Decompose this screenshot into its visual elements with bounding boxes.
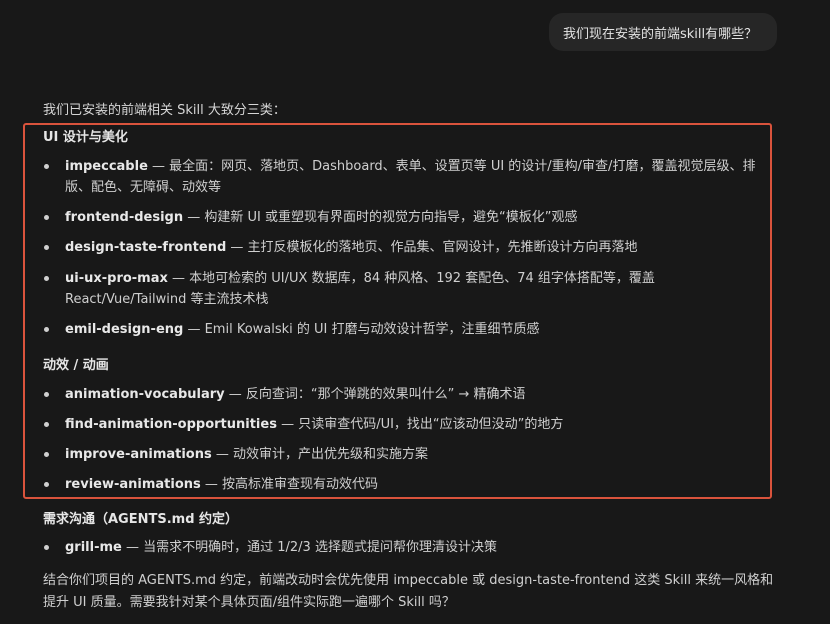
section-heading-animation: 动效 / 动画 [43,358,109,373]
bullet-icon [44,245,49,250]
list-item: ui-ux-pro-max — 本地可检索的 UI/UX 数据库，84 种风格、… [43,268,763,310]
skill-description: — 反向查词：“那个弹跳的效果叫什么” → 精确术语 [224,387,526,402]
skill-name: animation-vocabulary [65,387,225,402]
section-heading-ui-design: UI 设计与美化 [43,130,128,145]
list-item: emil-design-eng — Emil Kowalski 的 UI 打磨与… [43,319,763,340]
list-item: grill-me — 当需求不明确时，通过 1/2/3 选择题式提问帮你理清设计… [43,537,763,558]
skill-name: review-animations [65,477,201,492]
skill-name: frontend-design [65,210,184,225]
skill-name: ui-ux-pro-max [65,271,168,286]
skill-name: improve-animations [65,447,212,462]
assistant-message: 我们已安装的前端相关 Skill 大致分三类： UI 设计与美化 impecca… [0,0,830,624]
skill-name: emil-design-eng [65,322,184,337]
bullet-icon [44,545,49,550]
bullet-icon [44,164,49,169]
section-heading-requirements: 需求沟通（AGENTS.md 约定） [43,512,239,527]
skill-name: find-animation-opportunities [65,417,277,432]
bullet-icon [44,327,49,332]
skill-description: — 按高标准审查现有动效代码 [200,477,379,492]
list-item: review-animations — 按高标准审查现有动效代码 [43,474,763,495]
skill-name: design-taste-frontend [65,240,227,255]
skill-description: — 构建新 UI 或重塑现有界面时的视觉方向指导，避免“模板化”观感 [183,210,578,225]
bullet-icon [44,422,49,427]
list-item: improve-animations — 动效审计，产出优先级和实施方案 [43,444,763,465]
list-item: find-animation-opportunities — 只读审查代码/UI… [43,414,763,435]
bullet-icon [44,392,49,397]
skill-description: — 最全面：网页、落地页、Dashboard、表单、设置页等 UI 的设计/重构… [65,159,756,195]
list-item: animation-vocabulary — 反向查词：“那个弹跳的效果叫什么”… [43,384,763,405]
skill-description: — Emil Kowalski 的 UI 打磨与动效设计哲学，注重细节质感 [183,322,540,337]
assistant-outro: 结合你们项目的 AGENTS.md 约定，前端改动时会优先使用 impeccab… [43,573,774,610]
bullet-icon [44,215,49,220]
list-item: impeccable — 最全面：网页、落地页、Dashboard、表单、设置页… [43,156,763,198]
skill-name: impeccable [65,159,148,174]
bullet-icon [44,276,49,281]
bullet-icon [44,482,49,487]
bullet-icon [44,452,49,457]
chat-view: 我们现在安装的前端skill有哪些？ 我们已安装的前端相关 Skill 大致分三… [0,0,830,624]
skill-description: — 当需求不明确时，通过 1/2/3 选择题式提问帮你理清设计决策 [121,540,497,555]
skill-description: — 只读审查代码/UI，找出“应该动但没动”的地方 [276,417,564,432]
list-item: design-taste-frontend — 主打反模板化的落地页、作品集、官… [43,237,763,258]
list-item: frontend-design — 构建新 UI 或重塑现有界面时的视觉方向指导… [43,207,763,228]
assistant-intro: 我们已安装的前端相关 Skill 大致分三类： [43,103,286,118]
skill-description: — 动效审计，产出优先级和实施方案 [211,447,428,462]
skill-name: grill-me [65,540,122,555]
skill-description: — 主打反模板化的落地页、作品集、官网设计，先推断设计方向再落地 [226,240,638,255]
